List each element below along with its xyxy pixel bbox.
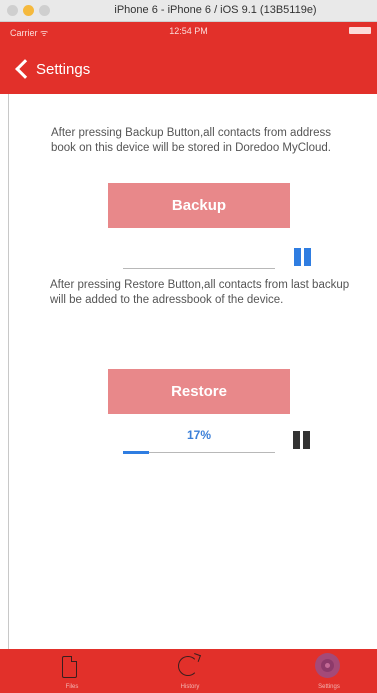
simulator-title-bar: iPhone 6 - iPhone 6 / iOS 9.1 (13B5119e) xyxy=(0,0,377,22)
settings-content: After pressing Backup Button,all contact… xyxy=(0,94,377,649)
close-window-button[interactable] xyxy=(7,5,18,16)
battery-icon xyxy=(349,27,371,34)
tab-history[interactable]: History xyxy=(150,649,230,693)
status-bar: Carrier ᯤ 12:54 PM xyxy=(0,22,377,40)
restore-pause-button[interactable] xyxy=(293,431,311,449)
pause-bar-right xyxy=(303,431,310,449)
zoom-window-button[interactable] xyxy=(39,5,50,16)
back-button-label: Settings xyxy=(36,60,91,78)
restore-button[interactable]: Restore xyxy=(108,369,290,414)
backup-progress-bar xyxy=(123,268,275,269)
chevron-left-icon xyxy=(15,59,35,79)
backup-button[interactable]: Backup xyxy=(108,183,290,228)
backup-description: After pressing Backup Button,all contact… xyxy=(51,127,331,154)
tab-files-label: Files xyxy=(65,684,79,690)
content-left-edge xyxy=(0,94,9,649)
tab-settings[interactable]: Settings xyxy=(289,649,369,693)
pause-bar-left xyxy=(293,431,300,449)
tab-files[interactable]: Files xyxy=(32,649,112,693)
window-title: iPhone 6 - iPhone 6 / iOS 9.1 (13B5119e) xyxy=(114,4,317,16)
back-button[interactable]: Settings xyxy=(14,58,90,80)
backup-pause-button[interactable] xyxy=(294,248,312,266)
history-icon xyxy=(178,656,198,676)
pause-bar-right xyxy=(304,248,311,266)
tab-history-label: History xyxy=(180,684,200,690)
restore-description: After pressing Restore Button,all contac… xyxy=(50,279,350,306)
document-icon xyxy=(62,656,77,678)
restore-progress-fill xyxy=(123,451,149,454)
tab-bar: Files History Settings xyxy=(0,649,377,693)
status-time: 12:54 PM xyxy=(169,26,208,36)
pause-bar-left xyxy=(294,248,301,266)
navigation-bar: Settings xyxy=(0,40,377,94)
tab-settings-label: Settings xyxy=(318,684,340,690)
restore-progress-percent: 17% xyxy=(186,428,212,442)
gear-icon xyxy=(315,653,340,678)
minimize-window-button[interactable] xyxy=(23,5,34,16)
restore-progress-bar xyxy=(123,451,275,454)
